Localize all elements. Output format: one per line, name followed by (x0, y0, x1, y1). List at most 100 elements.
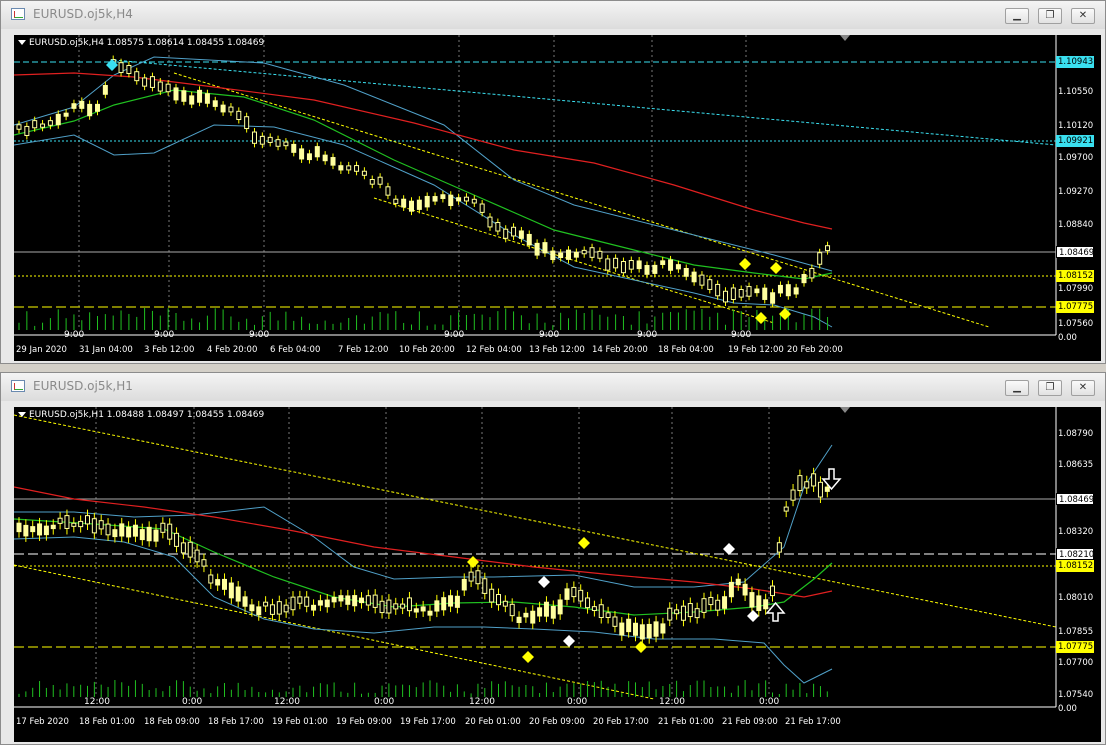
candle-body (55, 113, 61, 126)
candle-body (252, 131, 257, 144)
candle-body (674, 609, 680, 615)
candle-body (578, 589, 584, 602)
date-axis-label: 18 Feb 17:00 (208, 717, 264, 727)
candle-body (605, 258, 611, 271)
candle-body (393, 198, 399, 204)
price-axis-label: 1.08210 (1056, 548, 1094, 560)
price-chart-h1[interactable]: EURUSD.oj5k,H1 1.08488 1.08497 1.08455 1… (14, 407, 1101, 742)
h4-chart-window[interactable]: EURUSD.oj5k,H4 ▁ ❐ ✕ EURUSD.oj5k,H4 1.08… (0, 0, 1106, 364)
restore-button[interactable]: ❐ (1038, 8, 1062, 24)
date-axis-label: 12 Feb 04:00 (466, 345, 522, 355)
candle-body (311, 604, 317, 611)
minimize-button[interactable]: ▁ (1005, 380, 1029, 396)
candle-body (785, 284, 791, 297)
candle-body (589, 247, 595, 258)
candle-body (801, 274, 807, 284)
candle-body (153, 529, 159, 542)
candle-body (543, 601, 549, 617)
price-axis-label: 1.08469 (1056, 246, 1094, 258)
candle-body (167, 523, 173, 540)
restore-button[interactable]: ❐ (1038, 380, 1062, 396)
candle-body (385, 186, 391, 196)
signal-diamond-white (723, 543, 735, 555)
date-axis-label: 14 Feb 20:00 (592, 345, 648, 355)
date-axis-label: 31 Jan 04:00 (79, 345, 133, 355)
candle-body (197, 89, 203, 103)
candle-body (495, 222, 501, 232)
candle-body (63, 112, 69, 117)
candle-body (454, 595, 460, 608)
price-axis-label: 1.08635 (1058, 460, 1094, 470)
candle-body (708, 596, 714, 606)
candle-body (530, 610, 536, 624)
close-button[interactable]: ✕ (1071, 380, 1095, 396)
price-axis-label: 1.08152 (1056, 270, 1094, 282)
candle-body (345, 595, 351, 605)
candle-body (228, 106, 234, 113)
candle-body (448, 595, 454, 607)
candle-body (628, 260, 634, 270)
candle-body (181, 90, 187, 102)
candle-body (354, 165, 360, 172)
sell-arrow-icon (821, 468, 842, 491)
title-bar[interactable]: EURUSD.oj5k,H4 ▁ ❐ ✕ (1, 1, 1105, 29)
candle-body (756, 595, 762, 612)
time-axis-label: 12:00 (274, 697, 300, 707)
candle-body (461, 578, 467, 591)
candle-body (754, 288, 760, 294)
candle-body (413, 608, 419, 613)
date-axis-label: 18 Feb 09:00 (144, 717, 200, 727)
date-axis-label: 7 Feb 12:00 (338, 345, 389, 355)
candle-body (804, 481, 810, 489)
candle-body (132, 524, 138, 537)
candle-body (400, 603, 406, 609)
candle-body (102, 84, 108, 95)
date-axis-label: 20 Feb 20:00 (787, 345, 843, 355)
candle-body (359, 597, 364, 604)
title-bar[interactable]: EURUSD.oj5k,H1 ▁ ❐ ✕ (1, 373, 1105, 401)
candle-body (263, 601, 269, 607)
candle-body (487, 216, 493, 228)
bollinger-lower-band (14, 124, 833, 328)
candle-body (314, 146, 320, 158)
candle-body (620, 261, 626, 274)
candle-body (352, 595, 358, 607)
candle-body (346, 165, 352, 171)
candle-body (386, 599, 392, 614)
candle-body (652, 264, 658, 274)
date-axis-label: 4 Feb 20:00 (207, 345, 258, 355)
date-axis-label: 3 Feb 12:00 (144, 345, 195, 355)
candle-body (534, 242, 540, 256)
price-chart-h4[interactable]: EURUSD.oj5k,H4 1.08575 1.08614 1.08455 1… (14, 35, 1101, 361)
price-axis-label: 1.08320 (1058, 527, 1094, 537)
time-axis-label: 9:00 (249, 330, 270, 340)
candle-body (626, 618, 632, 633)
candle-body (16, 522, 22, 533)
candle-body (87, 103, 93, 117)
candle-body (372, 594, 378, 608)
candle-body (236, 110, 242, 121)
candle-body (174, 532, 180, 547)
signal-diamond-yellow (739, 258, 751, 270)
candle-body (441, 597, 447, 611)
close-button[interactable]: ✕ (1071, 8, 1095, 24)
candle-body (118, 62, 124, 74)
candle-body (157, 81, 163, 92)
candle-body (585, 597, 591, 609)
trendline-yellow (373, 197, 775, 324)
candle-body (160, 522, 166, 533)
time-axis-label: 9:00 (444, 330, 465, 340)
h1-chart-window[interactable]: EURUSD.oj5k,H1 ▁ ❐ ✕ EURUSD.oj5k,H1 1.08… (0, 372, 1106, 745)
candle-body (338, 165, 344, 171)
candle-body (244, 116, 250, 130)
candle-body (749, 592, 755, 608)
candle-body (30, 526, 36, 533)
candle-body (304, 596, 310, 607)
minimize-button[interactable]: ▁ (1005, 8, 1029, 24)
price-axis-label: 1.09921 (1056, 135, 1094, 147)
candle-body (699, 274, 705, 286)
candle-body (149, 76, 155, 88)
candle-body (91, 518, 97, 534)
date-axis-label: 19 Feb 12:00 (728, 345, 784, 355)
trendline-yellow (14, 564, 655, 700)
